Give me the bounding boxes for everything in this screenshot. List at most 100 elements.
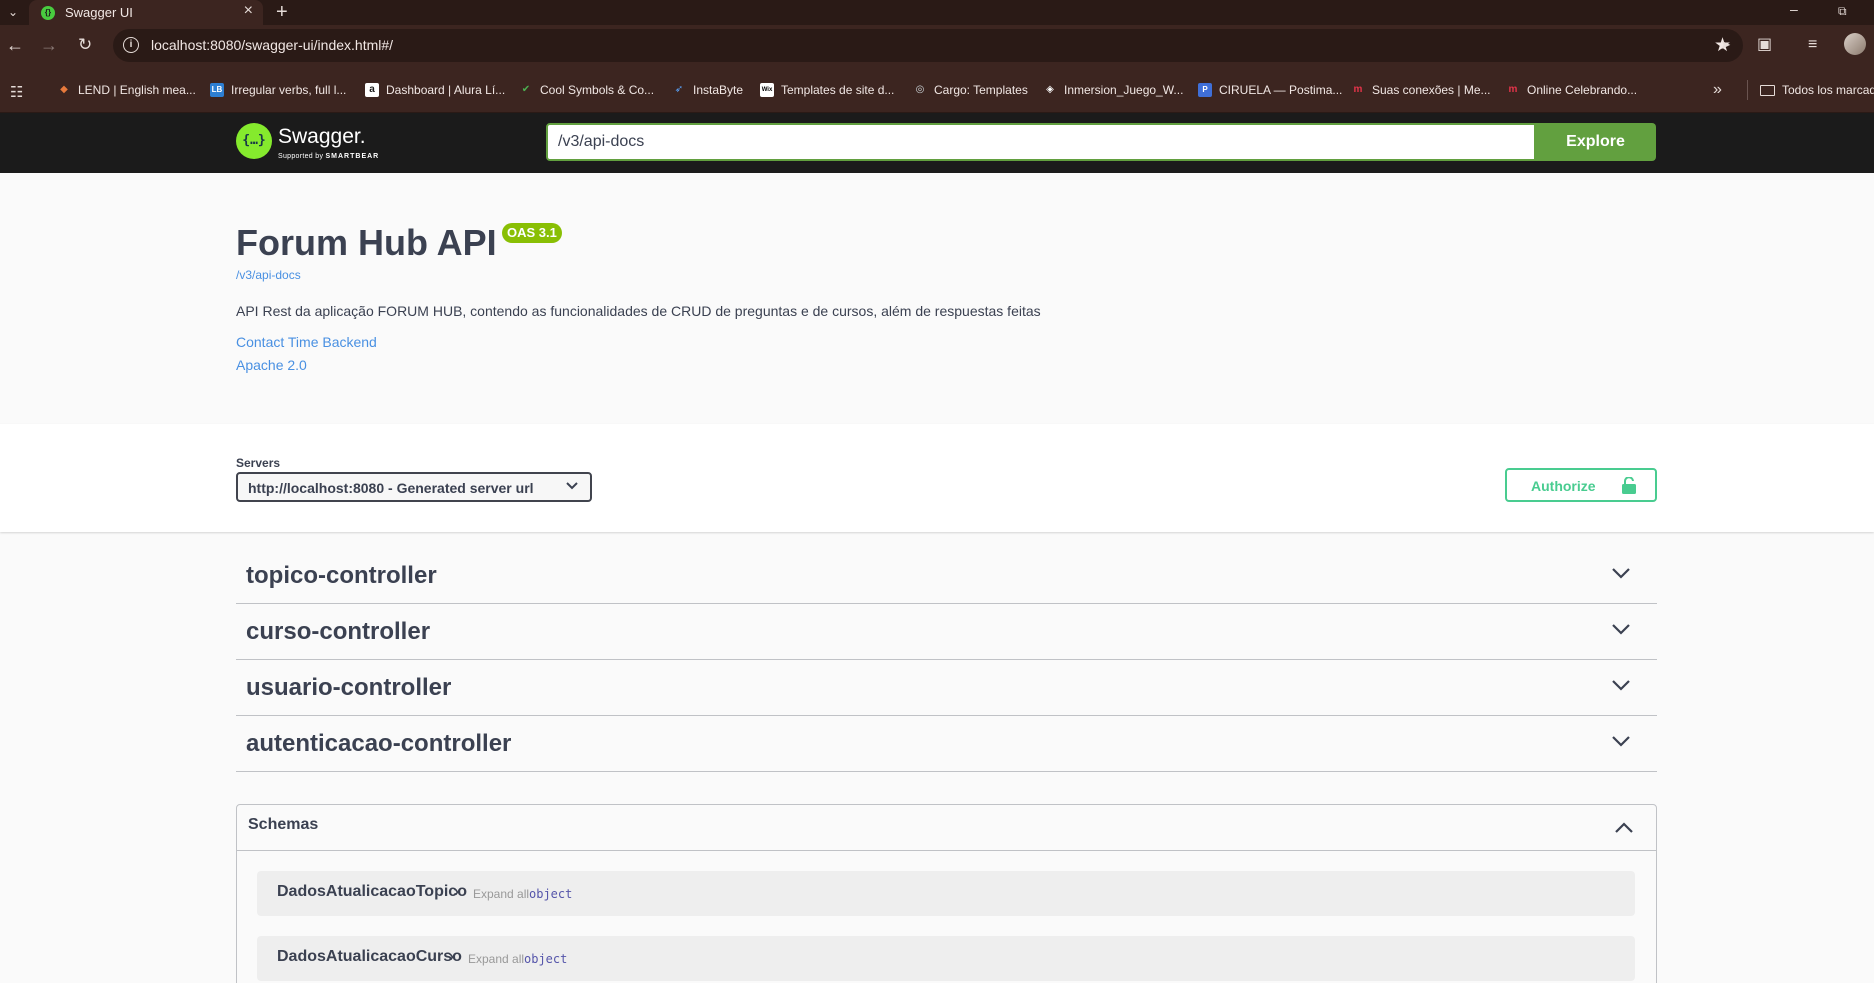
- schemas-title: Schemas: [248, 816, 319, 833]
- controller-tag-curso-controller[interactable]: curso-controller: [236, 604, 1657, 660]
- bookmarks-folder[interactable]: Todos los marcad: [1760, 83, 1874, 97]
- bookmarks-separator: [1747, 80, 1748, 100]
- swagger-logo-sub-prefix: Supported by: [278, 153, 324, 160]
- schema-model-name[interactable]: DadosAtualicacaoCurso: [277, 948, 462, 966]
- profile-avatar[interactable]: [1844, 33, 1866, 55]
- back-icon[interactable]: ←: [6, 35, 24, 55]
- media-controls-icon[interactable]: ≡: [1808, 36, 1817, 54]
- bookmarks-bar: ☷ ◆ LEND | English mea... LB Irregular verb…: [0, 66, 1874, 113]
- api-description: API Rest da aplicação FORUM HUB, contend…: [236, 303, 1041, 319]
- authorize-button[interactable]: Authorize: [1505, 468, 1657, 502]
- bookmark-item[interactable]: Wix Templates de site d...: [760, 83, 894, 97]
- meetup-icon: m: [1508, 84, 1518, 95]
- chevron-down-icon[interactable]: [1611, 678, 1631, 692]
- bookmarks-folder-label: Todos los marcad: [1782, 83, 1874, 97]
- controller-name[interactable]: autenticacao-controller: [246, 730, 511, 758]
- controller-name[interactable]: curso-controller: [246, 618, 430, 646]
- bookmark-label: InstaByte: [693, 83, 744, 97]
- more-bookmarks-icon[interactable]: »: [1713, 81, 1722, 99]
- controller-name[interactable]: topico-controller: [246, 562, 437, 590]
- forward-icon[interactable]: →: [40, 35, 58, 55]
- spec-link[interactable]: /v3/api-docs: [236, 268, 301, 282]
- address-url[interactable]: localhost:8080/swagger-ui/index.html#/: [151, 37, 393, 53]
- restore-window-icon[interactable]: ⧉: [1838, 4, 1847, 19]
- chevron-down-icon[interactable]: [1611, 734, 1631, 748]
- apps-grid-icon[interactable]: ☷: [10, 83, 23, 101]
- bookmark-item[interactable]: ✔ Cool Symbols & Co...: [519, 83, 654, 97]
- authorize-label: Authorize: [1531, 478, 1596, 494]
- tab-search-icon[interactable]: ⌄: [4, 3, 22, 21]
- rocket-icon: ➶: [674, 84, 684, 95]
- schema-model-type: object: [524, 952, 568, 966]
- schemas-header[interactable]: Schemas: [237, 805, 1656, 851]
- oas-version-badge: OAS 3.1: [502, 223, 562, 243]
- bookmark-item[interactable]: m Online Celebrando...: [1506, 83, 1638, 97]
- controller-name[interactable]: usuario-controller: [246, 674, 451, 702]
- lb-icon: LB: [210, 83, 224, 97]
- bookmark-label: Cool Symbols & Co...: [540, 83, 655, 97]
- bookmark-item[interactable]: ◈ Inmersion_Juego_W...: [1043, 83, 1183, 97]
- bookmark-label: Cargo: Templates: [934, 83, 1028, 97]
- swagger-logo-subtitle: Supported by SMARTBEAR: [278, 153, 379, 160]
- minimize-icon[interactable]: –: [1790, 1, 1798, 17]
- schema-model[interactable]: DadosAtualicacaoCurso › Expand all object: [257, 936, 1635, 981]
- servers-label: Servers: [236, 456, 281, 470]
- browser-toolbar: ← → ↻ i localhost:8080/swagger-ui/index.…: [0, 25, 1874, 66]
- chevron-down-icon[interactable]: [1611, 622, 1631, 636]
- address-bar[interactable]: i localhost:8080/swagger-ui/index.html#/…: [113, 29, 1743, 62]
- explore-button[interactable]: Explore: [1535, 123, 1656, 161]
- controller-tag-topico-controller[interactable]: topico-controller: [236, 548, 1657, 604]
- controller-tag-autenticacao-controller[interactable]: autenticacao-controller: [236, 716, 1657, 772]
- bookmark-item[interactable]: m Suas conexões | Me...: [1351, 83, 1491, 97]
- bookmark-item[interactable]: ➶ InstaByte: [672, 83, 743, 97]
- checkmark-icon: ✔: [521, 84, 531, 95]
- schemas-section: Schemas DadosAtualicacaoTopico › Expand al…: [236, 804, 1657, 983]
- controller-tag-usuario-controller[interactable]: usuario-controller: [236, 660, 1657, 716]
- unlocked-lock-icon: [1622, 477, 1636, 494]
- license-link[interactable]: Apache 2.0: [236, 357, 307, 373]
- bookmark-label: Dashboard | Alura Lí...: [386, 83, 506, 97]
- bookmark-item[interactable]: P CIRUELA — Postima...: [1198, 83, 1342, 97]
- servers-selected-value: http://localhost:8080 - Generated server…: [248, 480, 534, 496]
- reload-icon[interactable]: ↻: [78, 35, 92, 55]
- schema-model-type: object: [529, 887, 573, 901]
- codepen-icon: ◈: [1046, 84, 1054, 95]
- chevron-down-icon: [566, 482, 578, 490]
- lend-icon: ◆: [60, 84, 68, 95]
- api-title: Forum Hub API: [236, 222, 497, 263]
- swagger-favicon-icon: {}: [41, 6, 55, 20]
- bookmark-item[interactable]: LB Irregular verbs, full l...: [210, 83, 346, 97]
- bookmark-label: Inmersion_Juego_W...: [1064, 83, 1184, 97]
- cursor-extension-icon[interactable]: ➤: [1720, 36, 1731, 54]
- schema-model-name[interactable]: DadosAtualicacaoTopico: [277, 883, 467, 901]
- contact-link[interactable]: Contact Time Backend: [236, 334, 377, 350]
- bookmark-item[interactable]: ◎ Cargo: Templates: [913, 83, 1028, 97]
- bookmark-label: Suas conexões | Me...: [1372, 83, 1491, 97]
- expand-all-link[interactable]: Expand all: [473, 887, 529, 901]
- folder-icon: [1760, 84, 1775, 96]
- globe-icon: ◎: [915, 84, 925, 95]
- schema-model[interactable]: DadosAtualicacaoTopico › Expand all object: [257, 871, 1635, 916]
- close-tab-icon[interactable]: ×: [244, 2, 253, 20]
- bookmark-label: Online Celebrando...: [1527, 83, 1638, 97]
- chevron-down-icon[interactable]: [1611, 566, 1631, 580]
- new-tab-icon[interactable]: +: [276, 0, 288, 24]
- chevron-right-icon[interactable]: ›: [449, 948, 454, 965]
- swagger-logo-text[interactable]: Swagger.: [278, 125, 366, 149]
- meetup-icon: m: [1353, 84, 1363, 95]
- bookmark-label: Irregular verbs, full l...: [231, 83, 347, 97]
- tab-swagger-ui[interactable]: {} Swagger UI ×: [29, 0, 263, 25]
- extensions-puzzle-icon[interactable]: ▣: [1757, 36, 1772, 54]
- swagger-logo-sub-brand: SMARTBEAR: [325, 153, 380, 160]
- spec-url-input[interactable]: [546, 123, 1536, 161]
- expand-all-link[interactable]: Expand all: [468, 952, 524, 966]
- postimage-icon: P: [1198, 83, 1212, 97]
- chevron-up-icon[interactable]: [1614, 820, 1634, 834]
- tab-title: Swagger UI: [65, 5, 133, 20]
- bookmark-item[interactable]: ◆ LEND | English mea...: [57, 83, 196, 97]
- site-info-icon[interactable]: i: [123, 37, 139, 53]
- chevron-right-icon[interactable]: ›: [454, 883, 459, 900]
- servers-select[interactable]: http://localhost:8080 - Generated server…: [236, 472, 592, 502]
- swagger-logo-icon[interactable]: {…}: [236, 123, 272, 159]
- bookmark-item[interactable]: a Dashboard | Alura Lí...: [365, 83, 505, 97]
